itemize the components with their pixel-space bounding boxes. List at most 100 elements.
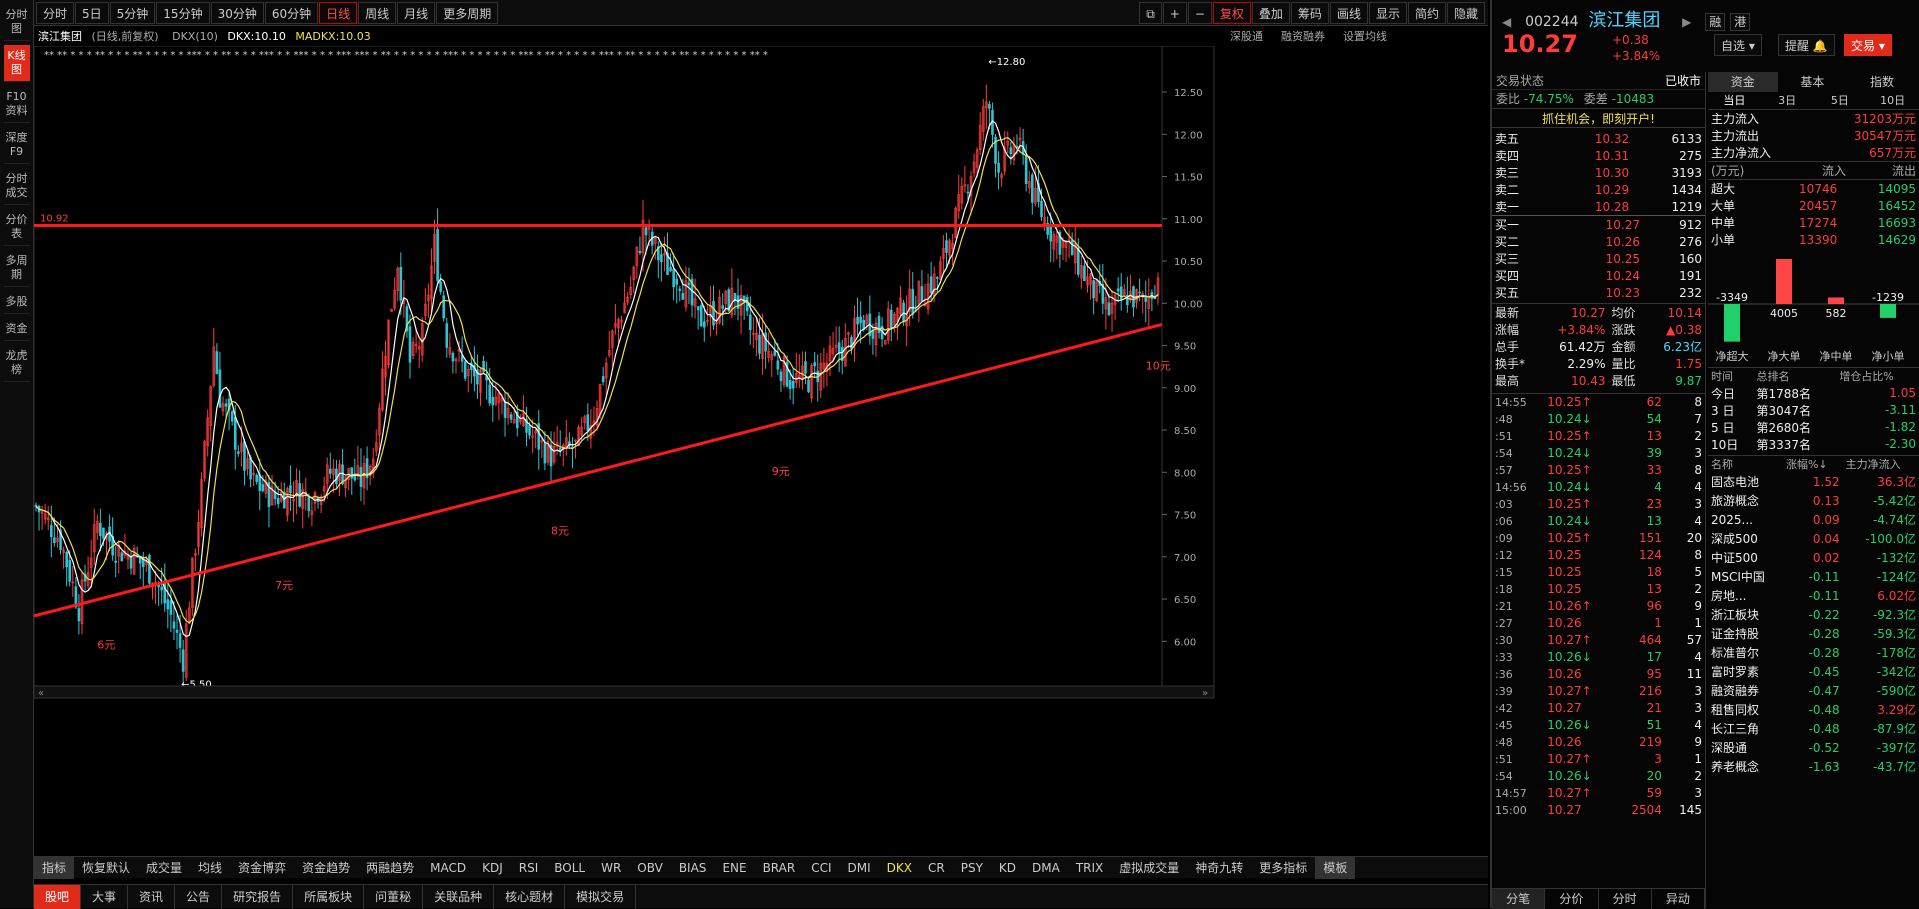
- open-account-banner[interactable]: 抓住机会，即刻开户!: [1492, 108, 1705, 128]
- indicator-tab[interactable]: RSI: [511, 857, 547, 879]
- tool-icon[interactable]: ⧉: [1139, 2, 1162, 24]
- left-nav-item[interactable]: K线图: [3, 45, 30, 82]
- next-stock-icon[interactable]: ▶: [1682, 15, 1691, 29]
- indicator-tab[interactable]: DMI: [840, 857, 879, 879]
- hk-badge[interactable]: 港: [1730, 13, 1751, 31]
- period-tab[interactable]: 周线: [358, 2, 397, 24]
- toolbar-button[interactable]: 复权: [1212, 2, 1251, 24]
- indicator-tab[interactable]: 均线: [190, 857, 230, 879]
- left-nav-item[interactable]: F10资料: [3, 86, 30, 123]
- fund-tab[interactable]: 基本: [1778, 72, 1848, 92]
- left-nav-item[interactable]: 多股: [3, 291, 30, 314]
- period-tab[interactable]: 30分钟: [210, 2, 264, 24]
- left-nav-item[interactable]: 龙虎榜: [3, 345, 30, 382]
- indicator-tab[interactable]: MACD: [422, 857, 474, 879]
- indicator-tab[interactable]: 资金博弈: [230, 857, 294, 879]
- indicator-tab[interactable]: TRIX: [1068, 857, 1111, 879]
- fund-tab[interactable]: 指数: [1847, 72, 1917, 92]
- cell: 1.05: [1889, 386, 1916, 400]
- period-tab[interactable]: 5日: [75, 2, 109, 24]
- toolbar-button[interactable]: 画线: [1329, 2, 1368, 24]
- cell: 1: [1694, 752, 1702, 766]
- period-tab[interactable]: 月线: [397, 2, 436, 24]
- indicator-tab[interactable]: CCI: [803, 857, 839, 879]
- indicator-tab[interactable]: BOLL: [546, 857, 593, 879]
- indicator-tab[interactable]: BIAS: [671, 857, 715, 879]
- indicator-tab[interactable]: 成交量: [138, 857, 190, 879]
- bottom-tab[interactable]: 关联品种: [423, 885, 495, 909]
- tick-tab[interactable]: 分笔: [1492, 889, 1546, 909]
- period-tab[interactable]: 5分钟: [109, 2, 156, 24]
- tick-tab[interactable]: 分时: [1599, 889, 1652, 909]
- indicator-tab[interactable]: BRAR: [755, 857, 804, 879]
- period-tab[interactable]: 15分钟: [156, 2, 210, 24]
- indicator-tab[interactable]: 恢复默认: [74, 857, 138, 879]
- fund-subtab[interactable]: 当日: [1708, 92, 1761, 110]
- toolbar-button[interactable]: 叠加: [1251, 2, 1290, 24]
- prev-stock-icon[interactable]: ◀: [1502, 15, 1511, 29]
- table-row: 主力流出 30547万元: [1708, 127, 1919, 144]
- indicator-tab[interactable]: PSY: [953, 857, 991, 879]
- indicator-tab[interactable]: KD: [991, 857, 1024, 879]
- bottom-tab[interactable]: 核心题材: [494, 885, 566, 909]
- left-nav-item[interactable]: 深度F9: [3, 127, 30, 164]
- left-nav-item[interactable]: 分时成交: [3, 168, 30, 205]
- tool-icon[interactable]: −: [1187, 2, 1212, 24]
- indicator-tab[interactable]: WR: [593, 857, 629, 879]
- bottom-tab[interactable]: 所属板块: [293, 885, 365, 909]
- period-tab[interactable]: 60分钟: [264, 2, 319, 24]
- tick-tab[interactable]: 异动: [1652, 889, 1705, 909]
- cell: 62: [1646, 395, 1662, 410]
- indicator-tab[interactable]: DKX: [879, 857, 920, 879]
- tool-icon[interactable]: +: [1162, 2, 1187, 24]
- kline-chart[interactable]: 12.50 12.00 11.50 11.00 10.50 10.00 9.50 9.00 8.…: [34, 46, 1488, 838]
- margin-badge[interactable]: 融: [1705, 13, 1726, 31]
- period-tab[interactable]: 日线: [319, 2, 358, 24]
- bottom-tab[interactable]: 研究报告: [222, 885, 294, 909]
- indicator-tab[interactable]: DMA: [1024, 857, 1068, 879]
- indicator-tab[interactable]: 资金趋势: [294, 857, 358, 879]
- tick-tab[interactable]: 分价: [1545, 889, 1599, 909]
- table-row: 卖一 10.28 1219: [1492, 198, 1705, 215]
- toolbar-button[interactable]: 简约: [1407, 2, 1446, 24]
- fund-subtab[interactable]: 5日: [1814, 92, 1867, 110]
- left-nav-item[interactable]: 分时图: [3, 4, 30, 41]
- chart-link[interactable]: 融资融券: [1281, 30, 1325, 43]
- toolbar-button[interactable]: 隐藏: [1446, 2, 1485, 24]
- bottom-tab[interactable]: 大事: [81, 885, 129, 909]
- bottom-tab[interactable]: 公告: [175, 885, 223, 909]
- alert-button[interactable]: 提醒 🔔: [1778, 34, 1835, 56]
- fund-subtab[interactable]: 10日: [1866, 92, 1919, 110]
- scroll-left-icon[interactable]: «: [38, 688, 44, 699]
- chart-link[interactable]: 设置均线: [1343, 30, 1387, 43]
- trade-button[interactable]: 交易 ▾: [1844, 34, 1892, 56]
- indicator-tab[interactable]: 神奇九转: [1187, 857, 1251, 879]
- chart-link[interactable]: 深股通: [1230, 30, 1263, 43]
- left-nav-item[interactable]: 资金: [3, 318, 30, 341]
- watchlist-button[interactable]: 自选 ▾: [1714, 34, 1762, 56]
- left-nav-item[interactable]: 多周期: [3, 250, 30, 287]
- toolbar-button[interactable]: 筹码: [1290, 2, 1329, 24]
- indicator-tab[interactable]: KDJ: [474, 857, 511, 879]
- indicator-tab[interactable]: 模板: [1315, 857, 1356, 879]
- bottom-tab[interactable]: 模拟交易: [565, 885, 637, 909]
- period-tab[interactable]: 分时: [36, 2, 75, 24]
- toolbar-button[interactable]: 显示: [1368, 2, 1407, 24]
- left-nav-item[interactable]: 分价表: [3, 209, 30, 246]
- bottom-tab[interactable]: 问董秘: [364, 885, 424, 909]
- indicator-tab[interactable]: ENE: [714, 857, 754, 879]
- indicator-tab[interactable]: 更多指标: [1251, 857, 1315, 879]
- scroll-right-icon[interactable]: »: [1202, 688, 1208, 699]
- indicator-tab[interactable]: 虚拟成交量: [1111, 857, 1187, 879]
- fund-tab[interactable]: 资金: [1708, 72, 1778, 92]
- indicator-tab[interactable]: 两融趋势: [358, 857, 422, 879]
- period-tab[interactable]: 更多周期: [436, 2, 499, 24]
- chart-scrollbar[interactable]: [34, 685, 1215, 699]
- indicator-tab[interactable]: 指标: [34, 857, 75, 879]
- bottom-tab[interactable]: 资讯: [128, 885, 176, 909]
- indicator-tab[interactable]: CR: [920, 857, 953, 879]
- indicator-dkx[interactable]: DKX(10): [172, 30, 218, 43]
- fund-subtab[interactable]: 3日: [1761, 92, 1814, 110]
- indicator-tab[interactable]: OBV: [629, 857, 671, 879]
- bottom-tab[interactable]: 股吧: [34, 885, 82, 909]
